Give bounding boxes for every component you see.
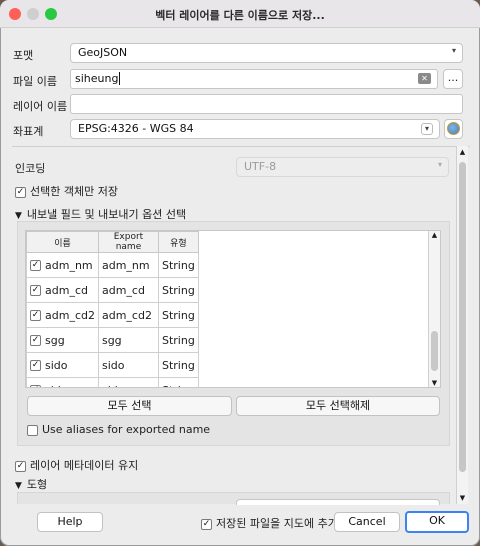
table-row[interactable]: ✓ adm_nm adm_nm String [26,252,199,278]
checkmark-icon[interactable]: ✓ [30,335,41,346]
format-value: GeoJSON [78,46,128,59]
crs-select[interactable]: EPSG:4326 - WGS 84 ▾ [70,119,440,139]
save-layer-dialog: 벡터 레이어를 다른 이름으로 저장... 포맷 GeoJSON ▾ 파일 이름… [0,0,480,546]
chevron-down-icon: ▾ [437,160,442,169]
chevron-down-icon: ▾ [421,123,433,135]
export-name-cell[interactable]: adm_cd2 [97,302,159,328]
keep-metadata-checkbox[interactable]: ✓ 레이어 메타데이터 유지 [15,457,138,473]
filename-label: 파일 이름 [13,75,57,88]
cancel-button[interactable]: Cancel [334,512,400,532]
scroll-down-icon[interactable]: ▼ [429,379,440,387]
geometry-section-title: 도형 [26,478,48,491]
format-label: 포맷 [13,49,34,62]
add-to-map-label: 저장된 파일을 지도에 추가 [216,517,338,530]
type-cell: String [157,327,199,353]
deselect-all-button[interactable]: 모두 선택해제 [236,396,440,416]
column-header-export-name[interactable]: Export name [97,231,159,253]
window-title: 벡터 레이어를 다른 이름으로 저장... [155,9,325,22]
keep-metadata-label: 레이어 메타데이터 유지 [30,459,139,472]
add-to-map-checkbox[interactable]: ✓ 저장된 파일을 지도에 추가 [201,515,338,531]
layername-label: 레이어 이름 [13,100,68,113]
checkmark-icon[interactable]: ✓ [30,360,41,371]
checkmark-icon[interactable]: ✓ [30,385,41,387]
encoding-select[interactable]: UTF-8 ▾ [236,157,449,177]
export-name-cell[interactable]: adm_nm [97,252,159,278]
select-all-button[interactable]: 모두 선택 [27,396,232,416]
geometry-section-toggle[interactable]: ▼ 도형 [15,476,47,492]
table-row[interactable]: ✓ sido sido String [26,352,199,378]
field-name: sido [45,358,68,372]
fields-section-toggle[interactable]: ▼ 내보낼 필드 및 내보내기 옵션 선택 [15,206,186,222]
scroll-thumb[interactable] [459,162,466,472]
checkmark-icon[interactable]: ✓ [30,285,41,296]
type-cell: String [157,302,199,328]
expanded-triangle-icon: ▼ [15,481,22,491]
encoding-value: UTF-8 [244,160,277,173]
chevron-down-icon: ▾ [451,46,456,55]
field-name: sgg [45,333,65,347]
crs-value: EPSG:4326 - WGS 84 [78,122,194,135]
table-row[interactable]: ✓ adm_cd adm_cd String [26,277,199,303]
field-name: adm_cd2 [45,308,95,322]
filename-input[interactable]: siheung ✕ [70,69,438,89]
fields-table: 이름 Export name 유형 ✓ adm_nm adm_nm String … [26,231,199,388]
scroll-up-icon[interactable]: ▲ [457,148,468,156]
unchecked-box-icon [27,424,38,436]
checkmark-icon[interactable]: ✓ [30,310,41,321]
geometry-type-select[interactable] [236,499,440,505]
checkmark-icon: ✓ [15,460,26,472]
selected-only-checkbox[interactable]: ✓ 선택한 객체만 저장 [15,183,118,199]
fields-table-container: 이름 Export name 유형 ✓ adm_nm adm_nm String … [25,230,441,388]
help-button[interactable]: Help [37,512,103,532]
layername-input[interactable] [70,94,463,114]
fields-section-title: 내보낼 필드 및 내보내기 옵션 선택 [26,208,187,221]
ok-button[interactable]: OK [405,511,469,533]
globe-icon [447,122,460,135]
type-cell: String [157,252,199,278]
options-scrollbar[interactable]: ▲ ▼ [456,146,468,504]
title-bar: 벡터 레이어를 다른 이름으로 저장... [0,0,480,28]
column-header-name[interactable]: 이름 [26,231,99,253]
encoding-label: 인코딩 [15,162,46,175]
checkmark-icon: ✓ [201,518,212,530]
expanded-triangle-icon: ▼ [15,211,22,221]
type-cell: String [157,277,199,303]
table-row[interactable]: ✓ sgg sgg String [26,327,199,353]
export-name-cell[interactable]: sgg [97,327,159,353]
type-cell: String [157,352,199,378]
scroll-up-icon[interactable]: ▲ [429,231,440,239]
scroll-down-icon[interactable]: ▼ [457,494,468,502]
table-row[interactable]: ✓ sidonm sidonm String [26,377,199,388]
field-name: adm_nm [45,258,93,272]
format-select[interactable]: GeoJSON ▾ [70,43,463,63]
use-aliases-checkbox[interactable]: Use aliases for exported name [27,423,210,436]
use-aliases-label: Use aliases for exported name [42,423,211,436]
table-row[interactable]: ✓ adm_cd2 adm_cd2 String [26,302,199,328]
crs-selector-button[interactable] [444,119,463,139]
field-name: sidonm [45,384,85,388]
checkmark-icon: ✓ [15,186,26,198]
browse-button[interactable]: ... [443,69,463,89]
checkmark-icon[interactable]: ✓ [30,260,41,271]
selected-only-label: 선택한 객체만 저장 [30,185,118,198]
crs-label: 좌표계 [13,125,44,138]
scroll-thumb[interactable] [431,331,438,371]
export-name-cell[interactable]: sidonm [97,377,159,387]
type-cell: String [157,377,199,387]
clear-icon[interactable]: ✕ [418,73,431,84]
export-name-cell[interactable]: adm_cd [97,277,159,303]
filename-value: siheung [75,72,119,85]
export-name-cell[interactable]: sido [97,352,159,378]
column-header-type[interactable]: 유형 [157,231,199,253]
field-name: adm_cd [45,283,88,297]
table-scrollbar[interactable]: ▲ ▼ [428,231,440,387]
